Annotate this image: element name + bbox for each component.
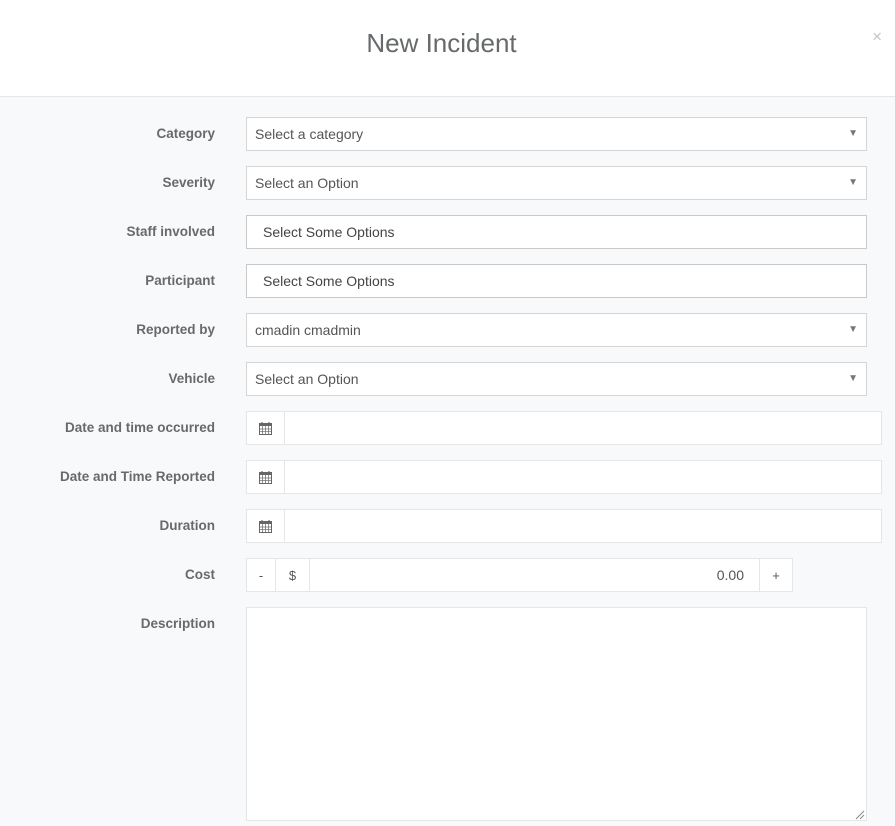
participant-multiselect[interactable]: Select Some Options [246,264,867,298]
duration-input[interactable] [286,510,881,542]
close-button[interactable]: × [872,28,882,46]
reported-by-select[interactable]: cmadin cmadmin ▼ [246,313,867,347]
date-occurred-field [246,411,882,445]
decrement-button[interactable]: - [247,559,276,591]
chevron-down-icon: ▼ [848,324,858,335]
participant-label: Participant [145,273,215,288]
severity-select[interactable]: Select an Option ▼ [246,166,867,200]
description-textarea[interactable] [246,607,867,821]
calendar-icon[interactable] [247,461,285,493]
currency-symbol: $ [276,559,310,591]
increment-button[interactable]: + [759,559,792,591]
date-reported-field [246,460,882,494]
category-select-value: Select a category [255,126,364,142]
reported-by-label: Reported by [136,322,215,337]
vehicle-select[interactable]: Select an Option ▼ [246,362,867,396]
reported-by-select-value: cmadin cmadmin [255,322,361,338]
modal-header: New Incident × [0,0,895,97]
vehicle-label: Vehicle [168,371,215,386]
duration-label: Duration [159,518,216,533]
description-label: Description [140,616,215,631]
chevron-down-icon: ▼ [848,373,858,384]
calendar-icon[interactable] [247,412,285,444]
participant-placeholder: Select Some Options [263,273,395,289]
duration-field [246,509,882,543]
staff-involved-placeholder: Select Some Options [263,224,395,240]
date-reported-label: Date and Time Reported [59,469,215,484]
date-reported-input[interactable] [286,461,881,493]
calendar-icon[interactable] [247,510,285,542]
severity-label: Severity [162,175,215,190]
cost-field: - $ + [246,558,793,592]
staff-involved-label: Staff involved [126,224,215,239]
category-label: Category [156,126,215,141]
severity-select-value: Select an Option [255,175,359,191]
vehicle-select-value: Select an Option [255,371,359,387]
modal-title: New Incident [366,28,517,58]
date-occurred-label: Date and time occurred [64,420,215,435]
chevron-down-icon: ▼ [848,128,858,139]
resize-handle-icon[interactable] [853,808,865,820]
cost-label: Cost [185,567,215,582]
cost-input[interactable] [310,559,760,591]
category-select[interactable]: Select a category ▼ [246,117,867,151]
date-occurred-input[interactable] [286,412,881,444]
staff-involved-multiselect[interactable]: Select Some Options [246,215,867,249]
chevron-down-icon: ▼ [848,177,858,188]
